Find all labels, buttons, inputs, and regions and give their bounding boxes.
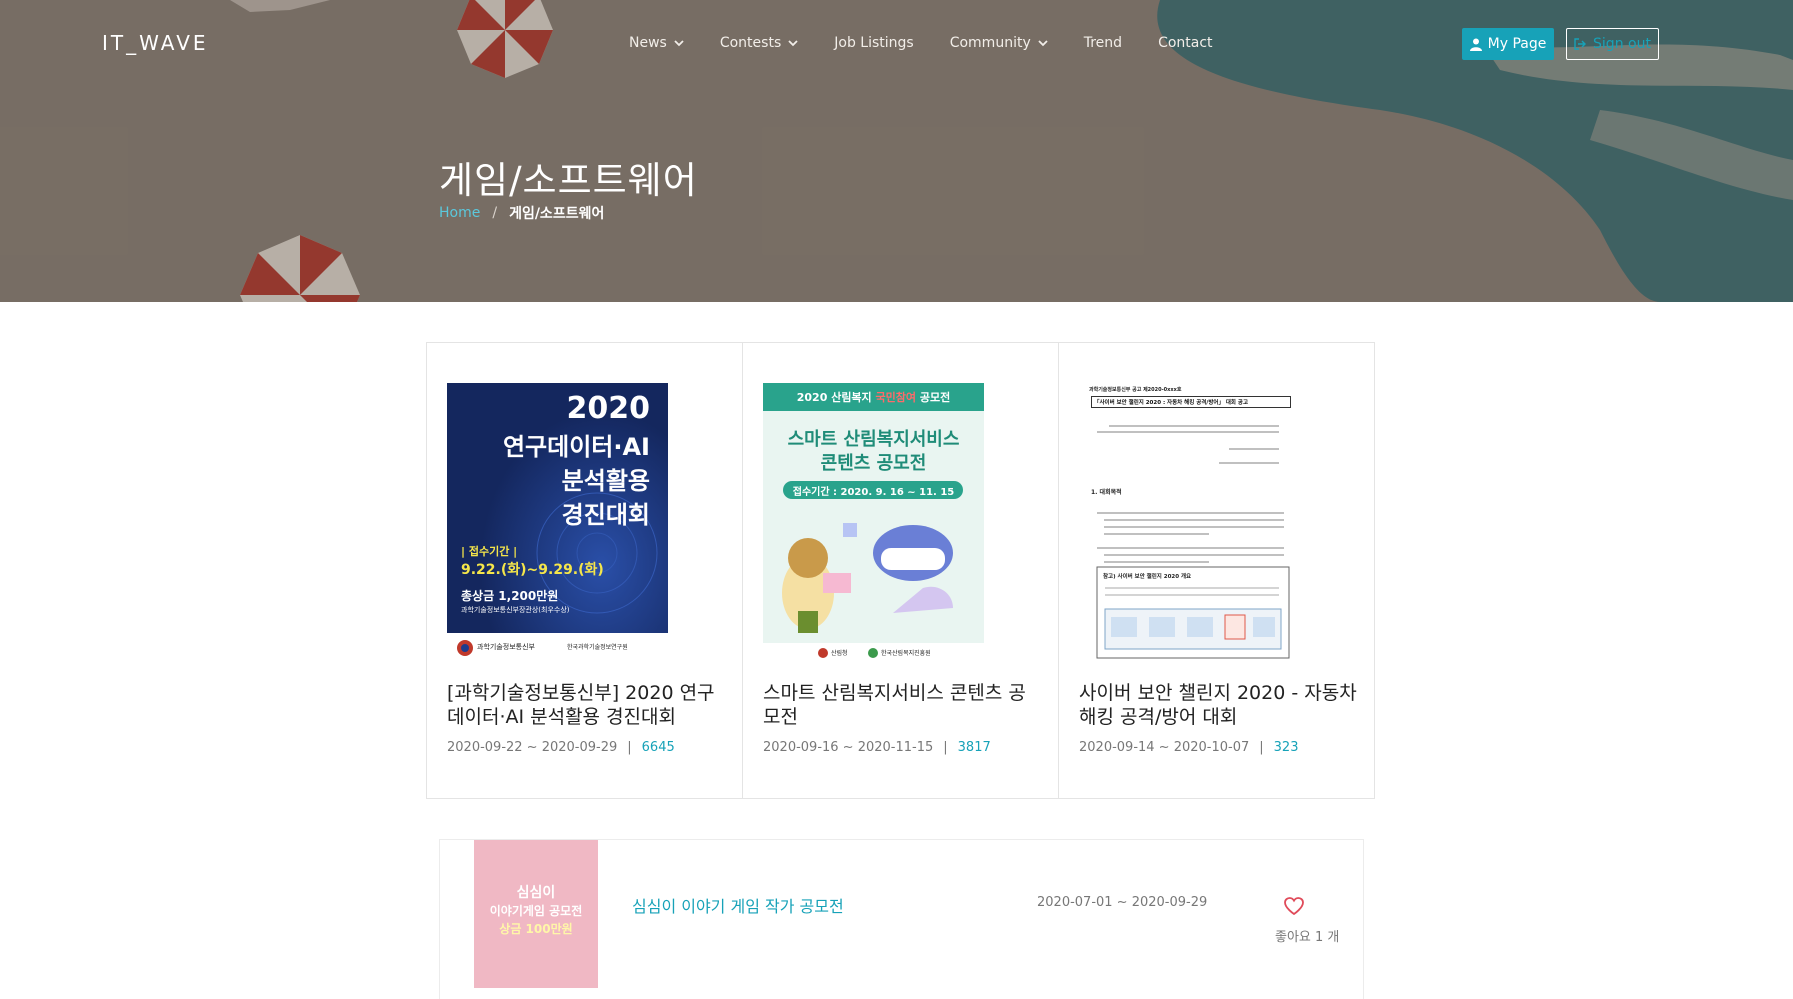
poster-section: 1. 대회목적 — [1091, 489, 1122, 496]
poster-top-b: 국민참여 — [875, 391, 917, 404]
breadcrumb: Home / 게임/소프트웨어 — [439, 203, 604, 223]
contest-poster-image[interactable]: 2020 연구데이터·AI 분석활용 경진대회 | 접수기간 | 9.22.(화… — [447, 383, 668, 664]
contest-card[interactable]: 2020 산림복지 국민참여 공모전 스마트 산림복지서비스 콘텐츠 공모전 접… — [742, 342, 1059, 799]
contest-card-grid: 2020 연구데이터·AI 분석활용 경진대회 | 접수기간 | 9.22.(화… — [426, 342, 1376, 799]
poster-period: 접수기간 : 2020. 9. 16 ~ 11. 15 — [792, 487, 955, 498]
breadcrumb-current: 게임/소프트웨어 — [509, 206, 605, 222]
poster-org1: 산림청 — [831, 650, 848, 657]
poster-org2: 한국과학기술정보연구원 — [567, 644, 628, 651]
sign-out-button[interactable]: Sign out — [1566, 28, 1659, 60]
chevron-down-icon — [1038, 40, 1048, 47]
contest-poster-image[interactable]: 과학기술정보통신부 공고 제2020-0xxx호 「사이버 보안 챌린지 202… — [1079, 383, 1300, 664]
nav-news-label: News — [629, 35, 667, 51]
contest-poster-image[interactable]: 심심이 이야기게임 공모전 상금 100만원 — [474, 840, 598, 988]
view-count: 323 — [1273, 740, 1299, 755]
poster-line2: 분석활용 — [561, 467, 650, 495]
poster-period: 9.22.(화)~9.29.(화) — [461, 562, 604, 578]
nav-contests-label: Contests — [719, 35, 782, 51]
nav-contact-label: Contact — [1158, 35, 1213, 51]
list-item-title[interactable]: 심심이 이야기 게임 작가 공모전 — [632, 893, 844, 917]
contest-card[interactable]: 2020 연구데이터·AI 분석활용 경진대회 | 접수기간 | 9.22.(화… — [426, 342, 743, 799]
poster-prize: 총상금 1,200만원 — [461, 589, 559, 603]
poster-line3: 경진대회 — [561, 501, 650, 529]
poster-line1: 스마트 산림복지서비스 — [787, 429, 960, 450]
sign-out-icon — [1574, 38, 1587, 50]
meta-separator: | — [627, 740, 632, 755]
poster-line1: 연구데이터·AI — [502, 433, 650, 461]
poster-top-a: 2020 산림복지 — [796, 391, 872, 404]
sign-out-label: Sign out — [1593, 36, 1651, 52]
contest-title[interactable]: 스마트 산림복지서비스 콘텐츠 공모전 — [763, 681, 1043, 729]
poster-period-label: | 접수기간 | — [461, 545, 518, 558]
meta-separator: | — [1259, 740, 1264, 755]
list-item-period: 2020-07-01 ~ 2020-09-29 — [1037, 895, 1208, 910]
poster-org2: 한국산림복지진흥원 — [881, 650, 931, 657]
main-nav: News Contests Job Listings Community Tre… — [629, 33, 1249, 53]
chevron-down-icon — [674, 40, 684, 47]
contest-period: 2020-09-16 ~ 2020-11-15 — [763, 740, 934, 755]
contest-title[interactable]: 사이버 보안 챌린지 2020 - 자동차 해킹 공격/방어 대회 — [1079, 681, 1359, 729]
poster-prize-sub: 과학기술정보통신부장관상(최우수상) — [461, 606, 570, 614]
contest-poster-image[interactable]: 2020 산림복지 국민참여 공모전 스마트 산림복지서비스 콘텐츠 공모전 접… — [763, 383, 984, 664]
poster-org1: 과학기술정보통신부 — [477, 643, 535, 651]
user-icon — [1469, 38, 1482, 51]
nav-contact[interactable]: Contact — [1158, 35, 1212, 51]
hero-banner: IT_WAVE News Contests Job Listings Commu… — [0, 0, 1793, 302]
like-count: 좋아요 1 개 — [1275, 930, 1340, 945]
document-lines — [1096, 425, 1290, 659]
poster-top-c: 공모전 — [919, 391, 951, 404]
brand-logo[interactable]: IT_WAVE — [102, 31, 209, 55]
breadcrumb-home[interactable]: Home — [439, 205, 480, 221]
nav-community-label: Community — [949, 35, 1031, 51]
poster-line2: 이야기게임 공모전 — [489, 904, 583, 918]
contest-title[interactable]: [과학기술정보통신부] 2020 연구데이터·AI 분석활용 경진대회 — [447, 681, 727, 729]
contest-meta: 2020-09-14 ~ 2020-10-07 | 323 — [1079, 740, 1298, 755]
contest-meta: 2020-09-16 ~ 2020-11-15 | 3817 — [763, 740, 991, 755]
view-count: 6645 — [641, 740, 675, 755]
poster-year: 2020 — [566, 391, 651, 426]
view-count: 3817 — [957, 740, 991, 755]
page-title: 게임/소프트웨어 — [439, 159, 698, 202]
poster-line3: 상금 100만원 — [499, 922, 573, 936]
meta-separator: | — [943, 740, 948, 755]
nav-job-listings-label: Job Listings — [834, 35, 914, 51]
nav-job-listings[interactable]: Job Listings — [834, 35, 913, 51]
nav-trend[interactable]: Trend — [1084, 35, 1122, 51]
my-page-button[interactable]: My Page — [1462, 28, 1554, 60]
my-page-label: My Page — [1487, 36, 1547, 52]
poster-top: 2020 산림복지 국민참여 공모전 — [763, 389, 984, 405]
nav-news[interactable]: News — [629, 35, 684, 51]
contest-period: 2020-09-14 ~ 2020-10-07 — [1079, 740, 1250, 755]
heart-icon[interactable] — [1284, 897, 1304, 915]
poster-box-title: 참고) 사이버 보안 챌린지 2020 개요 — [1103, 574, 1192, 580]
breadcrumb-separator: / — [492, 205, 498, 221]
contest-meta: 2020-09-22 ~ 2020-09-29 | 6645 — [447, 740, 675, 755]
nav-contests[interactable]: Contests — [720, 35, 798, 51]
contest-period: 2020-09-22 ~ 2020-09-29 — [447, 740, 618, 755]
nav-community[interactable]: Community — [950, 35, 1048, 51]
poster-line1: 심심이 — [516, 885, 556, 901]
contest-list-item[interactable]: 심심이 이야기게임 공모전 상금 100만원 심심이 이야기 게임 작가 공모전… — [439, 839, 1364, 999]
contest-card[interactable]: 과학기술정보통신부 공고 제2020-0xxx호 「사이버 보안 챌린지 202… — [1058, 342, 1375, 799]
nav-trend-label: Trend — [1083, 35, 1123, 51]
poster-line2: 콘텐츠 공모전 — [820, 453, 927, 474]
chevron-down-icon — [788, 40, 798, 47]
